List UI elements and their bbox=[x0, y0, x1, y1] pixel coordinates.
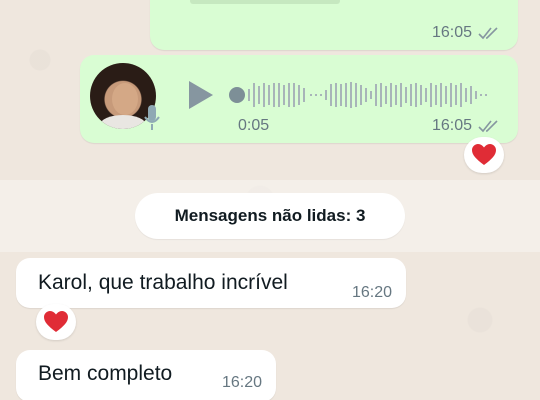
voice-duration-text: 0:05 bbox=[238, 117, 270, 134]
reaction-badge[interactable] bbox=[464, 137, 504, 173]
message-time: 16:05 bbox=[431, 117, 472, 134]
heart-reaction-icon bbox=[44, 311, 68, 332]
unread-messages-banner: Mensagens não lidas: 3 bbox=[135, 193, 405, 239]
double-check-icon bbox=[478, 27, 498, 40]
unread-messages-label: Mensagens não lidas: 3 bbox=[174, 206, 366, 225]
avatar-shirt bbox=[100, 115, 146, 129]
incoming-message-bubble[interactable]: Bem completo 16:20 bbox=[16, 350, 276, 400]
message-meta: 16:05 bbox=[432, 24, 500, 42]
message-text: Bem completo bbox=[38, 362, 173, 385]
voice-message-meta: 16:05 bbox=[432, 117, 500, 135]
voice-message-bubble[interactable]: 0:05 16:05 bbox=[80, 55, 518, 143]
double-check-icon bbox=[478, 120, 498, 133]
reaction-badge[interactable] bbox=[36, 304, 76, 340]
message-preview-fragment bbox=[190, 0, 340, 4]
outgoing-message-bubble[interactable]: 16:05 bbox=[150, 0, 518, 50]
play-icon[interactable] bbox=[186, 79, 216, 111]
heart-reaction-icon bbox=[472, 144, 496, 165]
microphone-icon bbox=[144, 105, 160, 130]
message-text: Karol, que trabalho incrível bbox=[38, 271, 288, 294]
message-time: 16:20 bbox=[221, 374, 262, 391]
message-time: 16:20 bbox=[351, 284, 392, 301]
incoming-message-bubble[interactable]: Karol, que trabalho incrível 16:20 bbox=[16, 258, 406, 308]
audio-waveform[interactable] bbox=[228, 77, 498, 113]
message-time: 16:05 bbox=[431, 24, 472, 41]
voice-duration: 0:05 bbox=[238, 117, 269, 135]
avatar-face bbox=[112, 83, 138, 115]
